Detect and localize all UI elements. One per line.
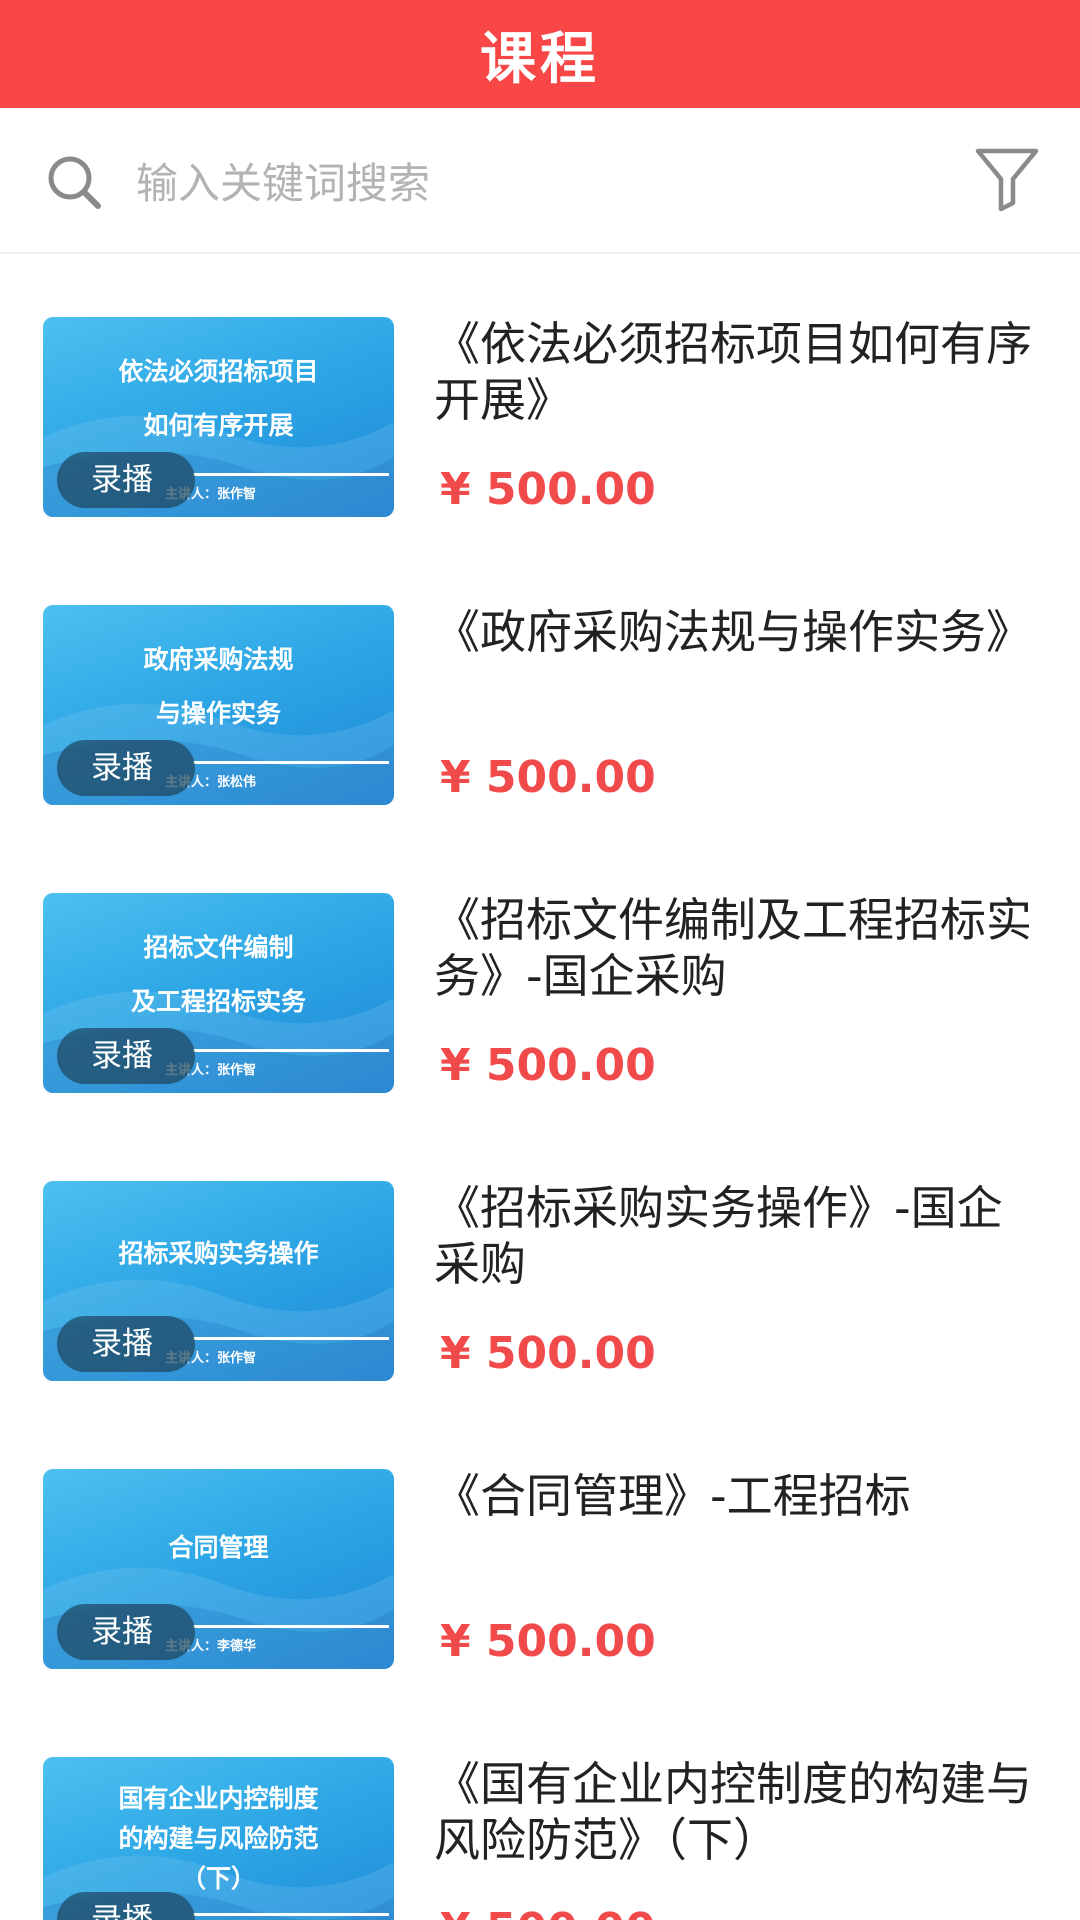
header-bar: 课程 bbox=[0, 0, 1080, 108]
course-title[interactable]: 《政府采购法规与操作实务》 bbox=[434, 604, 1044, 660]
course-item[interactable]: 招标文件编制 及工程招标实务 主讲人：张作智 录播 《招标文件编制及工程招标实务… bbox=[0, 832, 1080, 1120]
thumbnail-divider bbox=[193, 761, 389, 764]
search-input[interactable] bbox=[136, 148, 936, 218]
course-list-screen: 课程 依法必须招标项目 如何有序开展 主讲人：张作智 录播 《依法必须招标项目如… bbox=[0, 0, 1080, 1920]
course-price: ¥ 500.00 bbox=[440, 1040, 656, 1091]
filter-icon[interactable] bbox=[974, 146, 1040, 212]
course-thumbnail[interactable]: 招标文件编制 及工程招标实务 主讲人：张作智 录播 bbox=[43, 893, 394, 1093]
page-title: 课程 bbox=[480, 26, 600, 92]
thumbnail-title: 政府采购法规 与操作实务 bbox=[143, 645, 294, 728]
recorded-badge: 录播 bbox=[57, 1316, 195, 1372]
thumbnail-divider bbox=[193, 1913, 389, 1916]
thumbnail-divider bbox=[193, 1625, 389, 1628]
course-price: ¥ 500.00 bbox=[440, 1328, 656, 1379]
course-item[interactable]: 合同管理 主讲人：李德华 录播 《合同管理》-工程招标 ¥ 500.00 bbox=[0, 1408, 1080, 1696]
course-title[interactable]: 《招标文件编制及工程招标实务》-国企采购 bbox=[434, 892, 1044, 1004]
thumbnail-title: 合同管理 bbox=[168, 1533, 269, 1562]
thumbnail-title: 招标文件编制 及工程招标实务 bbox=[130, 933, 306, 1016]
recorded-badge: 录播 bbox=[57, 740, 195, 796]
course-price: ¥ 500.00 bbox=[440, 1616, 656, 1667]
course-thumbnail[interactable]: 国有企业内控制度 的构建与风险防范 （下） 录播 bbox=[43, 1757, 394, 1920]
recorded-badge: 录播 bbox=[57, 1892, 195, 1920]
search-bar bbox=[0, 108, 1080, 254]
thumbnail-title: 招标采购实务操作 bbox=[118, 1239, 319, 1268]
thumbnail-title: 依法必须招标项目 如何有序开展 bbox=[118, 357, 319, 440]
course-thumbnail[interactable]: 合同管理 主讲人：李德华 录播 bbox=[43, 1469, 394, 1669]
course-price: ¥ 500.00 bbox=[440, 752, 656, 803]
recorded-badge: 录播 bbox=[57, 1028, 195, 1084]
course-item[interactable]: 政府采购法规 与操作实务 主讲人：张松伟 录播 《政府采购法规与操作实务》 ¥ … bbox=[0, 544, 1080, 832]
search-icon[interactable] bbox=[44, 152, 104, 212]
course-title[interactable]: 《依法必须招标项目如何有序开展》 bbox=[434, 316, 1044, 428]
course-thumbnail[interactable]: 政府采购法规 与操作实务 主讲人：张松伟 录播 bbox=[43, 605, 394, 805]
thumbnail-divider bbox=[193, 473, 389, 476]
course-item[interactable]: 国有企业内控制度 的构建与风险防范 （下） 录播 《国有企业内控制度的构建与风险… bbox=[0, 1696, 1080, 1920]
thumbnail-divider bbox=[193, 1049, 389, 1052]
thumbnail-divider bbox=[193, 1337, 389, 1340]
course-thumbnail[interactable]: 招标采购实务操作 主讲人：张作智 录播 bbox=[43, 1181, 394, 1381]
course-item[interactable]: 依法必须招标项目 如何有序开展 主讲人：张作智 录播 《依法必须招标项目如何有序… bbox=[0, 256, 1080, 544]
course-thumbnail[interactable]: 依法必须招标项目 如何有序开展 主讲人：张作智 录播 bbox=[43, 317, 394, 517]
recorded-badge: 录播 bbox=[57, 1604, 195, 1660]
course-title[interactable]: 《国有企业内控制度的构建与风险防范》（下） bbox=[434, 1756, 1044, 1868]
course-item[interactable]: 招标采购实务操作 主讲人：张作智 录播 《招标采购实务操作》-国企采购 ¥ 50… bbox=[0, 1120, 1080, 1408]
thumbnail-title: 国有企业内控制度 的构建与风险防范 （下） bbox=[118, 1784, 319, 1893]
course-title[interactable]: 《招标采购实务操作》-国企采购 bbox=[434, 1180, 1044, 1292]
recorded-badge: 录播 bbox=[57, 452, 195, 508]
course-title[interactable]: 《合同管理》-工程招标 bbox=[434, 1468, 1044, 1524]
course-price: ¥ 500.00 bbox=[440, 1904, 656, 1920]
course-price: ¥ 500.00 bbox=[440, 464, 656, 515]
